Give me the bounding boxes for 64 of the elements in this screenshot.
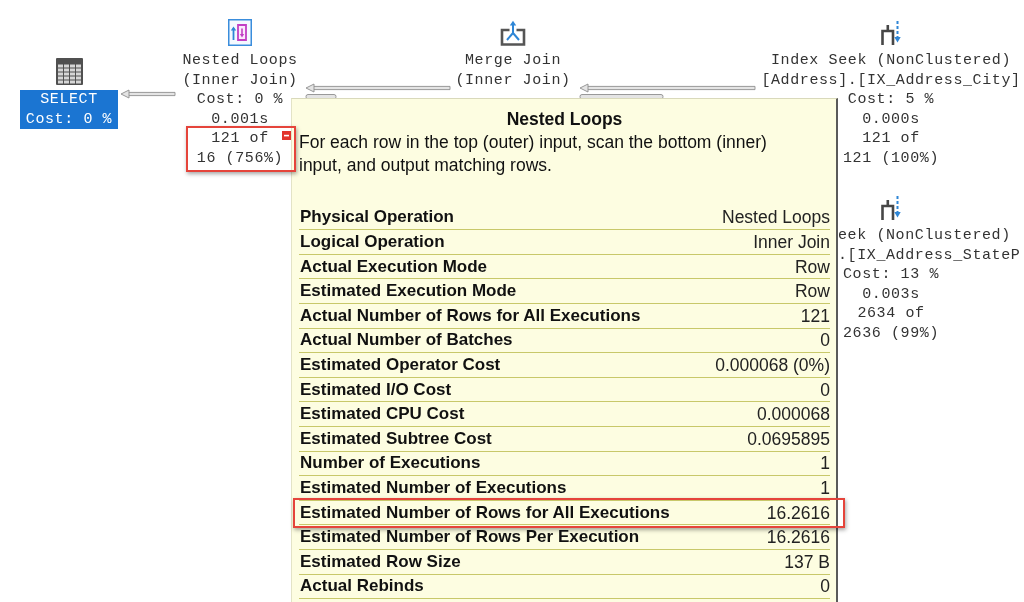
property-name: Estimated Number of Rows for All Executions [300, 501, 670, 524]
property-value: 16.2616 [766, 526, 830, 549]
elapsed-time: 0.000s [862, 109, 920, 129]
property-value: 0 [820, 575, 830, 598]
property-value: Row [795, 255, 830, 278]
property-name: Actual Number of Batches [300, 329, 513, 352]
property-name: Estimated Row Size [300, 550, 461, 573]
table-grid-icon[interactable] [55, 58, 83, 85]
property-name: Estimated CPU Cost [300, 403, 465, 426]
tree-arrow-icon[interactable] [880, 195, 902, 221]
elapsed-time: 0.001s [211, 109, 269, 129]
row-count: 2634 of [857, 304, 925, 324]
property-value: 0.0695895 [747, 427, 830, 450]
property-value: 0.000068 [757, 403, 830, 426]
property-value: Row [795, 280, 830, 303]
operator-name: eek (NonClustered) [838, 226, 1011, 246]
elapsed-time: 0.003s [862, 284, 920, 304]
property-value: Inner Join [753, 231, 830, 254]
warning-icon[interactable] [282, 130, 291, 140]
property-name: Physical Operation [300, 206, 454, 229]
property-value: 0 [820, 378, 830, 401]
row-estimate: 2636 (99%) [843, 323, 939, 343]
tooltip-title: Nested Loops [505, 108, 624, 131]
property-value: 1 [820, 477, 830, 499]
property-name: Number of Executions [300, 452, 481, 475]
row-count: 121 of [862, 129, 920, 149]
property-name: Estimated Execution Mode [300, 280, 517, 303]
property-name: Estimated Operator Cost [300, 354, 501, 377]
property-name: Estimated I/O Cost [300, 378, 452, 401]
cost-label: Cost: 13 % [843, 265, 939, 285]
property-value: 0 [820, 329, 830, 352]
property-name: Estimated Number of Executions [300, 477, 567, 499]
property-value: 121 [800, 304, 830, 327]
operator-name: SELECT [40, 90, 98, 110]
property-value: 16.2616 [766, 501, 830, 524]
cost-label: Cost: 0 % [25, 109, 113, 129]
selection-highlight[interactable]: SELECT Cost: 0 % [19, 90, 119, 129]
object-name: [Address].[IX_Address_City] [761, 70, 1021, 90]
operator-name: Merge Join [465, 51, 561, 71]
row-estimate: 16 (756%) [196, 148, 284, 168]
cost-label: Cost: 0 % [196, 90, 284, 110]
tooltip-description: For each row in the top (outer) input, scan the bottom (inner) input, and output matching rows. [299, 131, 768, 177]
join-type-label: (Inner Join) [182, 70, 298, 90]
row-estimate: 121 (100%) [843, 148, 939, 168]
operator-name: Index Seek (NonClustered) [770, 51, 1011, 71]
property-value: 137 B [784, 550, 830, 573]
property-name: Estimated Number of Rows Per Execution [300, 526, 640, 549]
join-type-label: (Inner Join) [455, 70, 571, 90]
property-name: Actual Rebinds [300, 575, 424, 598]
row-count: 121 of [211, 129, 269, 149]
property-value: 0.000068 (0%) [715, 354, 830, 377]
property-name: Actual Execution Mode [300, 255, 488, 278]
loop-arrows-icon[interactable] [228, 19, 252, 46]
property-name: Estimated Subtree Cost [300, 427, 492, 450]
cost-label: Cost: 5 % [847, 90, 935, 110]
property-value: Nested Loops [722, 206, 830, 229]
connector-arrow [120, 89, 176, 99]
object-name: .[IX_Address_StateP [838, 245, 1021, 265]
property-name: Actual Number of Rows for All Executions [300, 304, 641, 327]
property-value: 1 [820, 452, 830, 475]
tree-arrow-icon[interactable] [880, 20, 902, 46]
merge-arrow-icon[interactable] [500, 20, 526, 46]
operator-name: Nested Loops [182, 51, 298, 71]
property-name: Logical Operation [300, 231, 445, 254]
